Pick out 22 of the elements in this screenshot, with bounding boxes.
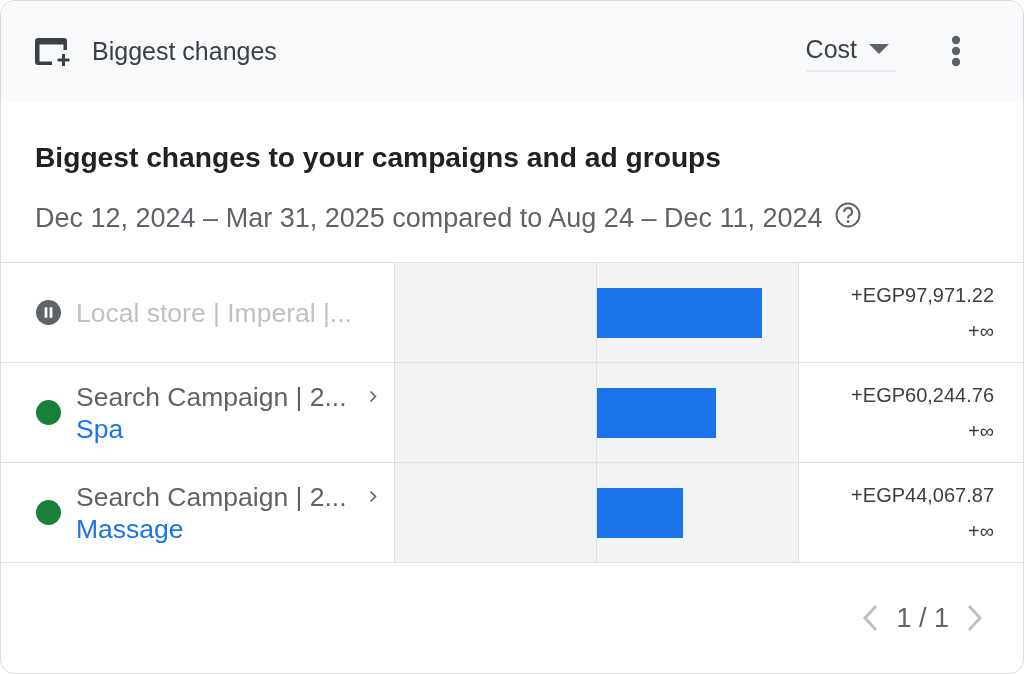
chevron-right-icon[interactable] [369,490,377,503]
ad-group-link[interactable]: Spa [76,412,124,445]
date-range: Dec 12, 2024 – Mar 31, 2025 compared to Aug 24 – Dec 11, 2024 [35,202,823,234]
percent-change: +∞ [968,518,994,544]
change-value: +EGP97,971.22 [851,282,994,308]
campaign-name: Search Campaign | 2... [76,380,347,413]
card-title: Biggest changes [92,36,277,66]
section-heading: Biggest changes to your campaigns and ad groups [35,141,721,173]
more-options-icon[interactable] [950,35,962,67]
percent-change: +∞ [968,318,994,344]
change-value: +EGP44,067.87 [851,482,994,508]
caret-icon [869,44,889,54]
change-value: +EGP60,244.76 [851,382,994,408]
campaign-name: Local store | Imperal |... [76,296,352,329]
percent-change: +∞ [968,418,994,444]
campaign-name: Search Campaign | 2... [76,480,347,513]
help-icon[interactable] [834,202,861,228]
metric-dropdown[interactable]: Cost [805,34,896,72]
ad-group-link[interactable]: Massage [76,512,184,545]
page-indicator: 1 / 1 [896,602,949,634]
window-plus-icon [34,35,72,67]
chevron-right-icon[interactable] [369,390,377,403]
